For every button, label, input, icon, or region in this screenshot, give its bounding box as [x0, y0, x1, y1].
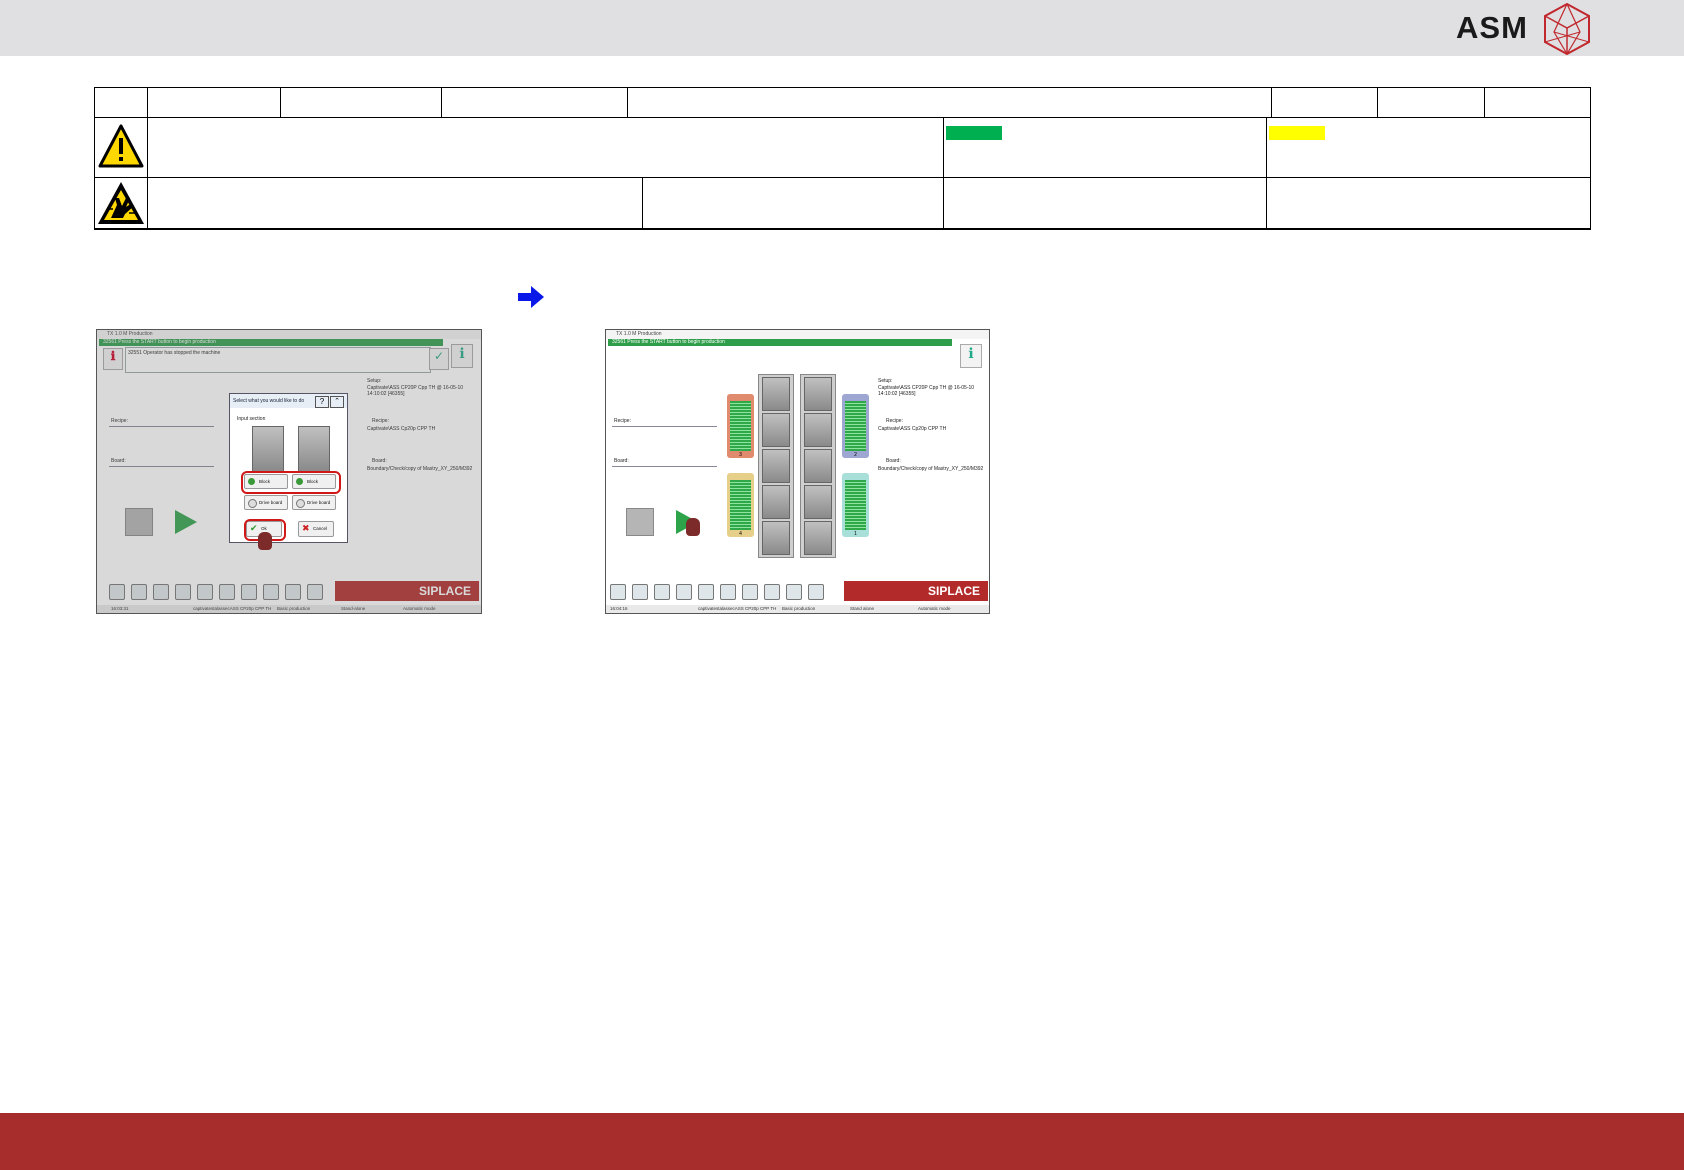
table-cell — [148, 88, 281, 118]
clock-text: 16:04:16 — [610, 606, 628, 611]
mode-status: Stand alone — [850, 606, 875, 611]
table-cell — [643, 178, 944, 229]
info-icon[interactable]: ℹ — [960, 344, 982, 368]
table-cell — [148, 178, 643, 229]
taskbar-icon[interactable] — [742, 584, 758, 600]
cancel-button[interactable]: ✖ Cancel — [298, 521, 334, 537]
status-bar: 32561 Press the START button to begin pr… — [608, 339, 952, 346]
feeder-2[interactable]: 2 — [842, 394, 869, 458]
window-title: TX 1.0 M Production — [606, 330, 989, 339]
table-cell — [1378, 88, 1485, 118]
stop-button[interactable] — [626, 508, 654, 536]
screenshot-left: TX 1.0 M Production 32561 Press the STAR… — [96, 329, 482, 614]
drive-board-button-1[interactable]: Drive board — [244, 495, 288, 510]
page-footer — [0, 1113, 1684, 1170]
asm-logo-icon — [1544, 2, 1590, 56]
table-cell — [1485, 88, 1591, 118]
taskbar-icon[interactable] — [654, 584, 670, 600]
select-dialog: Select what you would like to do ? ⌃ Inp… — [229, 393, 348, 550]
mode-status: Automatic mode — [918, 606, 951, 611]
lane-1-slot — [252, 426, 284, 472]
table-cell — [628, 88, 1272, 118]
setup-status: captivatestalassecASS CP20p CPP TH — [698, 606, 777, 611]
feeder-1[interactable]: 1 — [842, 473, 869, 537]
table-cell — [1267, 178, 1591, 229]
taskbar-icon[interactable] — [698, 584, 714, 600]
help-icon[interactable]: ? — [315, 396, 329, 408]
table-cell — [1267, 118, 1591, 178]
table-cell — [148, 118, 944, 178]
bottom-status-bar: 16:04:16 captivatestalassecASS CP20p CPP… — [606, 605, 989, 613]
taskbar-icon[interactable] — [632, 584, 648, 600]
mode-status: Basic production — [782, 606, 816, 611]
board-label: Board: — [614, 458, 629, 464]
divider — [612, 466, 717, 467]
esd-hand-icon — [98, 182, 144, 224]
siplace-brand: SIPLACE — [844, 581, 988, 601]
arrow-right-icon — [518, 286, 544, 308]
recipe-label: Recipe: — [614, 418, 631, 424]
page-header: ASM — [0, 0, 1684, 56]
green-swatch — [946, 126, 1002, 140]
asm-logo-text: ASM — [1456, 10, 1528, 45]
table-cell — [95, 88, 148, 118]
pointer-hand-icon — [686, 518, 700, 536]
recipe-label-right: Recipe: — [886, 418, 903, 424]
taskbar-icon[interactable] — [720, 584, 736, 600]
table-cell — [95, 118, 148, 178]
feeder-4[interactable]: 4 — [727, 473, 754, 537]
warning-triangle-icon — [98, 124, 144, 168]
recipe-value: Captivate\ASS Cp20p CPP TH — [878, 426, 947, 432]
info-table — [94, 87, 1591, 230]
table-cell — [944, 118, 1267, 178]
yellow-swatch — [1269, 126, 1325, 140]
highlight-outline — [241, 471, 341, 494]
conveyor-lane-2 — [758, 374, 794, 558]
taskbar-icon[interactable] — [610, 584, 626, 600]
pointer-hand-icon — [258, 532, 272, 550]
table-cell — [1272, 88, 1378, 118]
table-cell — [442, 88, 628, 118]
conveyor-lane-1 — [800, 374, 836, 558]
taskbar-icon[interactable] — [764, 584, 780, 600]
drive-board-button-2[interactable]: Drive board — [292, 495, 336, 510]
board-value: Boundary/Check/copy of Mastry_XY_250/M39… — [878, 466, 984, 472]
setup-label: Setup: — [878, 378, 893, 384]
taskbar-icon[interactable] — [808, 584, 824, 600]
feeder-3[interactable]: 3 — [727, 394, 754, 458]
divider — [612, 426, 717, 427]
taskbar-icon[interactable] — [786, 584, 802, 600]
board-label-right: Board: — [886, 458, 901, 464]
table-cell — [944, 178, 1267, 229]
table-cell — [95, 178, 148, 229]
setup-value: Captivate\ASS CP20P Cpp TH @ 16-05-10 14… — [878, 385, 975, 397]
taskbar-icon[interactable] — [676, 584, 692, 600]
input-section-label: Input section — [237, 416, 266, 422]
screenshot-right: TX 1.0 M Production 32561 Press the STAR… — [605, 329, 990, 614]
table-cell — [281, 88, 442, 118]
lane-2-slot — [298, 426, 330, 472]
cross-icon: ✖ — [302, 523, 310, 533]
collapse-icon[interactable]: ⌃ — [330, 396, 344, 408]
